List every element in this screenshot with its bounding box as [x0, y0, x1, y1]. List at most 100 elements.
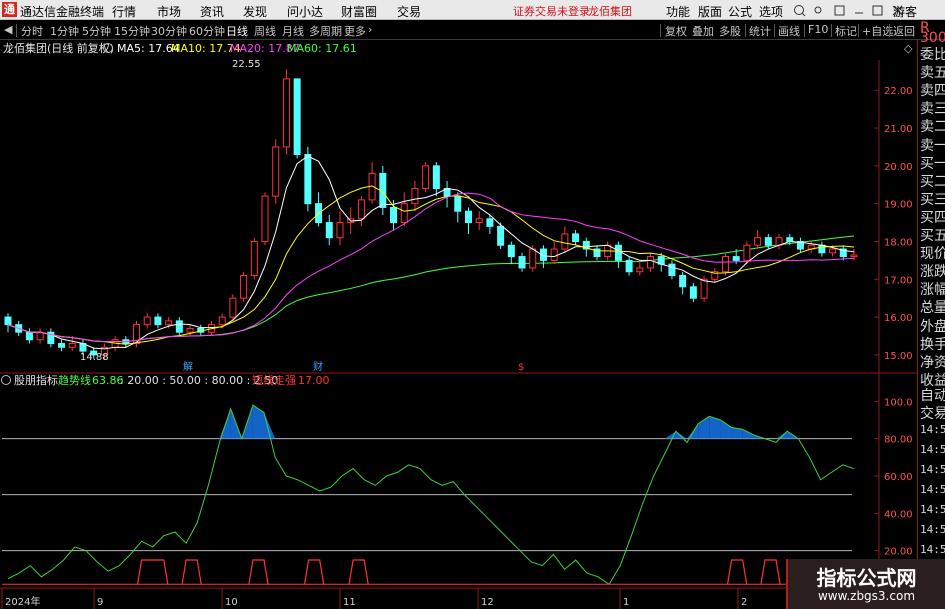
candle-body [165, 320, 173, 326]
candle-body [411, 188, 419, 205]
overlay-button[interactable]: 叠加 [692, 23, 714, 39]
side-label-8: 买三 [920, 191, 945, 208]
draw-line-button[interactable]: 画线 [778, 23, 800, 39]
menu-function[interactable]: 功能 [666, 3, 690, 20]
date-tick-label: 10 [225, 597, 238, 608]
candle-body [229, 297, 237, 318]
settings-diamond-icon[interactable]: ◇ [904, 42, 913, 55]
date-axis: 2024年 9 10 11 12 1 2 [1, 588, 747, 609]
menu-item-xiaoda[interactable]: 问小达 [287, 3, 323, 20]
side-label-17: 净资 [920, 354, 945, 371]
menu-formula[interactable]: 公式 [728, 3, 752, 20]
side-label-1: 卖五 [920, 65, 945, 82]
indicator-axis: 100.0 80.00 60.00 40.00 20.00 [2, 397, 913, 558]
kline-chart[interactable]: 龙佰集团(日线 前复权) MA5: 17.64 MA10: 17.74 MA20… [0, 40, 917, 609]
candle-body [679, 274, 687, 288]
menu-item-fortune[interactable]: 财富圈 [341, 3, 377, 20]
candle-body [143, 316, 151, 326]
indicator-tick-label: 40.00 [884, 509, 913, 520]
indicator-dropdown-icon[interactable] [1, 375, 11, 385]
period-monthly[interactable]: 月线 [282, 23, 304, 39]
candle-body [721, 256, 729, 273]
candle-body [293, 78, 301, 156]
price-tick-label: 17.00 [884, 275, 913, 286]
window-controls-icon[interactable] [793, 4, 909, 20]
menu-item-news[interactable]: 资讯 [200, 3, 224, 20]
trend-label: 趋势线 [58, 373, 91, 387]
menu-item-market[interactable]: 市场 [157, 3, 181, 20]
login-warning[interactable]: 证券交易未登录 [513, 3, 590, 19]
period-intraday[interactable]: 分时 [21, 23, 43, 39]
more-chevron-icon[interactable]: › [368, 23, 372, 36]
high-price-label: 22.55 [232, 59, 261, 70]
period-5min[interactable]: 5分钟 [82, 23, 111, 39]
strong-span [303, 559, 325, 585]
period-15min[interactable]: 15分钟 [114, 23, 150, 39]
indicator-name[interactable]: 股朋指标 [14, 373, 58, 387]
candle-body [636, 267, 644, 273]
date-tick-label: 11 [343, 597, 356, 608]
strong-span [248, 559, 269, 585]
period-60min[interactable]: 60分钟 [189, 23, 225, 39]
side-auto-1: 交易 [920, 406, 945, 422]
toolbar-left-arrow-icon[interactable]: ◀ [4, 23, 12, 36]
menu-item-quotes[interactable]: 行情 [112, 3, 136, 20]
ma60-label: MA60: 17.61 [287, 42, 357, 55]
period-1min[interactable]: 1分钟 [50, 23, 79, 39]
candle-body [304, 154, 312, 205]
period-weekly[interactable]: 周线 [254, 23, 276, 39]
candle-body [282, 78, 290, 148]
candle-body [422, 165, 430, 190]
multi-stock-button[interactable]: 多股 [719, 23, 741, 39]
candle-body [700, 278, 708, 299]
side-time-0: 14:56 [920, 423, 945, 436]
side-auto-0: 自动 [920, 388, 945, 404]
candle-body [625, 259, 633, 273]
side-label-10: 买五 [920, 228, 945, 244]
side-label-9: 买四 [920, 209, 945, 226]
candle-body [497, 225, 505, 246]
indicator-tick-label: 60.00 [884, 472, 913, 483]
candle-body [36, 331, 44, 341]
period-toolbar: ◀ 分时 1分钟 5分钟 15分钟 30分钟 60分钟 日线 周线 月线 多周期… [0, 21, 945, 40]
mark-button[interactable]: 标记 [835, 23, 857, 39]
side-label-4: 卖二 [920, 119, 945, 136]
candle-body [261, 195, 269, 242]
price-tick-label: 19.00 [884, 200, 913, 211]
stock-header: 龙佰集团(日线 前复权) [3, 41, 114, 55]
candle-body [400, 203, 408, 224]
stats-button[interactable]: 统计 [749, 23, 771, 39]
period-multi[interactable]: 多周期 [309, 23, 342, 39]
period-more[interactable]: 更多 [344, 23, 366, 39]
side-time-1: 14:56 [920, 443, 945, 456]
menu-item-trade[interactable]: 交易 [397, 3, 421, 20]
unlock-marker[interactable]: 解 [183, 360, 193, 373]
candle-body [240, 274, 248, 299]
candle-body [529, 248, 537, 269]
side-label-5: 卖一 [920, 137, 945, 154]
finance-marker[interactable]: 财 [313, 360, 323, 373]
side-label-11: 现价 [920, 246, 945, 263]
menu-layout[interactable]: 版面 [698, 3, 722, 20]
candle-body [175, 320, 183, 333]
candle-body [68, 343, 76, 348]
strong-span [181, 559, 202, 585]
guest-account[interactable]: 游客 [893, 3, 917, 20]
period-daily[interactable]: 日线 [226, 23, 248, 39]
back-button[interactable]: 返回 [893, 23, 915, 39]
dividend-marker[interactable]: $ [518, 362, 524, 373]
candle-body [250, 240, 258, 276]
adjust-button[interactable]: 复权 [665, 23, 687, 39]
candle-body [614, 244, 622, 261]
f10-button[interactable]: F10 [808, 23, 828, 36]
candle-body [464, 210, 472, 224]
side-time-2: 14:56 [920, 463, 945, 476]
watermark-title: 指标公式网 [816, 566, 917, 590]
menu-item-discover[interactable]: 发现 [243, 3, 267, 20]
side-time-4: 14:56 [920, 503, 945, 516]
period-30min[interactable]: 30分钟 [151, 23, 187, 39]
candle-body [218, 316, 226, 326]
menu-options[interactable]: 选项 [759, 3, 783, 20]
date-tick-label: 2024年 [5, 595, 40, 608]
current-stock-name: 龙佰集团 [588, 5, 632, 18]
